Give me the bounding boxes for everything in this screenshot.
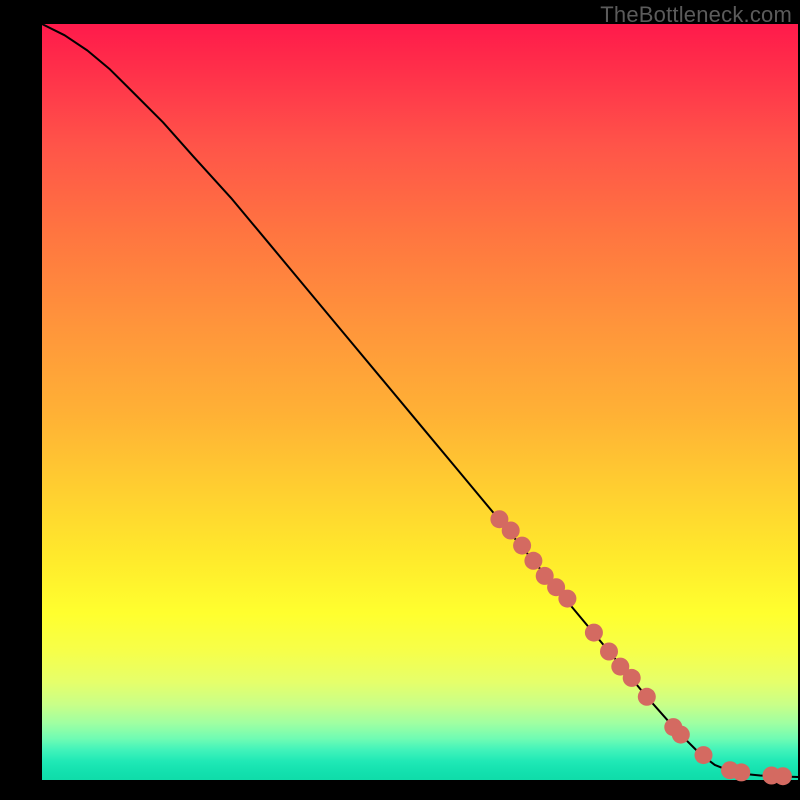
watermark-text: TheBottleneck.com <box>600 2 792 28</box>
highlight-dots-group <box>490 510 792 785</box>
bottleneck-curve <box>42 24 798 777</box>
chart-stage: TheBottleneck.com <box>0 0 800 800</box>
highlight-dot <box>600 643 618 661</box>
highlight-dot <box>585 624 603 642</box>
highlight-dot <box>774 767 792 785</box>
highlight-dot <box>524 552 542 570</box>
highlight-dot <box>732 763 750 781</box>
plot-area <box>42 24 798 780</box>
highlight-dot <box>623 669 641 687</box>
highlight-dot <box>558 590 576 608</box>
highlight-dot <box>695 746 713 764</box>
highlight-dot <box>502 522 520 540</box>
highlight-dot <box>513 537 531 555</box>
plot-overlay <box>42 24 798 780</box>
highlight-dot <box>672 726 690 744</box>
highlight-dot <box>638 688 656 706</box>
